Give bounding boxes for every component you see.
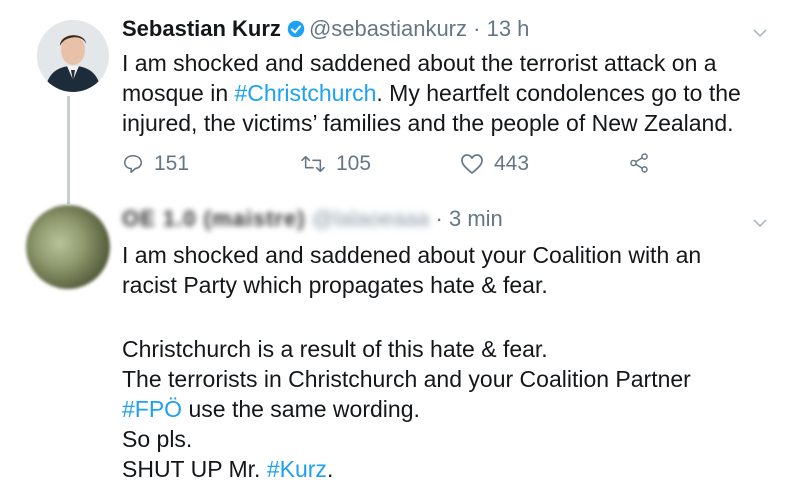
chevron-down-icon[interactable]	[753, 28, 767, 38]
retweet-count: 105	[336, 152, 372, 175]
tweet-line: racist Party which propagates hate & fea…	[122, 272, 548, 298]
tweet-line: SHUT UP Mr. #Kurz.	[122, 456, 334, 482]
hashtag-link[interactable]: #Kurz	[267, 456, 327, 482]
tweet-time[interactable]: 13 h	[487, 16, 530, 41]
reply-text-paragraph: Christchurch is a result of this hate & …	[122, 334, 782, 484]
author-name[interactable]: OE 1.0 (maistre)	[122, 205, 306, 233]
share-icon	[630, 153, 648, 173]
tweet-line: Christchurch is a result of this hate & …	[122, 336, 548, 362]
tweet-header: Sebastian Kurz @sebastiankurz · 13 h	[122, 15, 529, 43]
reply-text-paragraph: I am shocked and saddened about your Coa…	[122, 240, 782, 300]
reply-count: 151	[154, 152, 190, 175]
tweet-line: #FPÖ use the same wording.	[122, 396, 420, 422]
retweet-icon	[301, 155, 325, 173]
tweet-line: So pls.	[122, 426, 193, 452]
author-name[interactable]: Sebastian Kurz	[122, 16, 281, 41]
avatar-reply-author[interactable]	[26, 205, 110, 289]
tweet-text: I am shocked and saddened about the terr…	[122, 48, 782, 138]
like-button[interactable]: 443	[460, 152, 529, 176]
tweet-line: mosque in #Christchurch. My heartfelt co…	[122, 80, 741, 106]
reply-icon	[123, 154, 143, 174]
reply-header: OE 1.0 (maistre) @lalaoeaaa · 3 min	[122, 205, 503, 233]
like-count: 443	[494, 152, 530, 175]
share-button[interactable]	[628, 152, 660, 174]
tweet-line: I am shocked and saddened about your Coa…	[122, 242, 702, 268]
avatar-sebastian-kurz[interactable]	[37, 20, 109, 92]
separator: ·	[467, 16, 487, 41]
separator: ·	[429, 206, 449, 231]
author-handle[interactable]: @sebastiankurz	[309, 16, 467, 41]
tweet-time[interactable]: 3 min	[449, 206, 503, 231]
tweet-line: I am shocked and saddened about the terr…	[122, 50, 717, 76]
retweet-button[interactable]: 105	[300, 152, 371, 176]
verified-badge-icon	[287, 17, 305, 38]
hashtag-link[interactable]: #FPÖ	[122, 396, 182, 422]
tweet-line: injured, the victims’ families and the p…	[122, 110, 734, 136]
thread-connector-line	[67, 96, 70, 204]
author-handle[interactable]: @lalaoeaaa	[312, 205, 430, 233]
reply-button[interactable]: 151	[122, 152, 189, 176]
chevron-down-icon[interactable]	[753, 218, 767, 228]
heart-icon	[461, 154, 483, 174]
hashtag-link[interactable]: #Christchurch	[235, 80, 377, 106]
tweet-line: The terrorists in Christchurch and your …	[122, 366, 691, 392]
